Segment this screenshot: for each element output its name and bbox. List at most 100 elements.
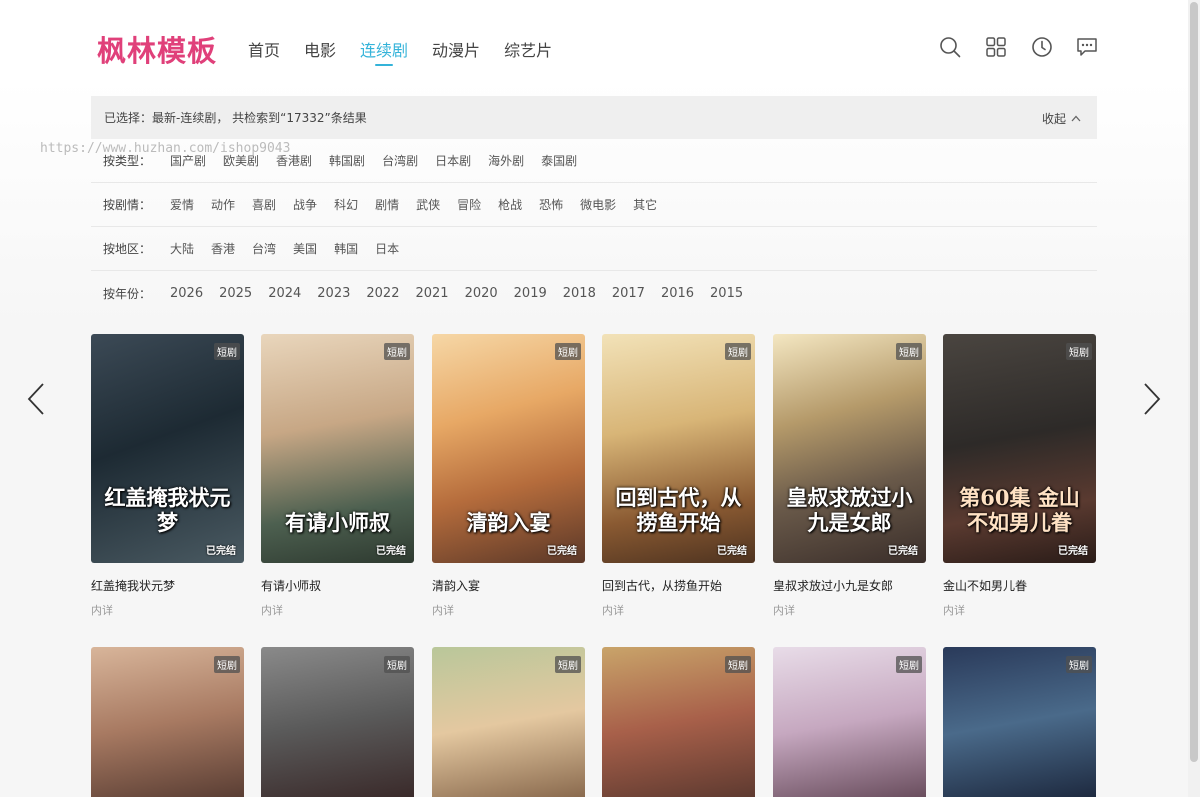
poster-image[interactable]: 短剧 xyxy=(773,647,926,797)
video-card[interactable]: 短剧 回到古代，从捞鱼开始 已完结 回到古代，从捞鱼开始 内详 xyxy=(602,334,755,618)
collapse-button[interactable]: 收起 xyxy=(1042,110,1081,127)
nav-anime[interactable]: 动漫片 xyxy=(432,37,480,67)
filter-type-option[interactable]: 台湾剧 xyxy=(382,152,418,169)
prev-arrow-icon[interactable] xyxy=(26,382,46,416)
card-title[interactable]: 红盖掩我状元梦 xyxy=(91,577,244,594)
poster-title-art: 红盖掩我状元梦 xyxy=(104,485,231,535)
poster-title-art: 皇叔求放过小九是女郎 xyxy=(786,485,913,535)
filter-year-option[interactable]: 2024 xyxy=(268,286,301,301)
video-card[interactable]: 短剧 xyxy=(432,647,585,797)
card-title[interactable]: 有请小师叔 xyxy=(261,577,414,594)
poster-image[interactable]: 短剧 清韵入宴 已完结 xyxy=(432,334,585,563)
status-badge: 已完结 xyxy=(888,546,918,557)
video-card[interactable]: 短剧 xyxy=(91,647,244,797)
nav-series[interactable]: 连续剧 xyxy=(360,37,408,67)
filter-region-option[interactable]: 大陆 xyxy=(170,240,194,257)
filter-year-option[interactable]: 2017 xyxy=(612,286,645,301)
filter-year-option[interactable]: 2015 xyxy=(710,286,743,301)
video-card[interactable]: 短剧 有请小师叔 已完结 有请小师叔 内详 xyxy=(261,334,414,618)
filter-type-option[interactable]: 海外剧 xyxy=(488,152,524,169)
message-icon[interactable] xyxy=(1076,36,1098,58)
poster-image[interactable]: 短剧 xyxy=(261,647,414,797)
status-badge: 已完结 xyxy=(547,546,577,557)
card-subtitle: 内详 xyxy=(773,604,795,617)
filter-year-option[interactable]: 2016 xyxy=(661,286,694,301)
poster-image[interactable]: 短剧 回到古代，从捞鱼开始 已完结 xyxy=(602,334,755,563)
card-title[interactable]: 清韵入宴 xyxy=(432,577,585,594)
filter-plot-option[interactable]: 科幻 xyxy=(334,196,358,213)
filter-region-option[interactable]: 韩国 xyxy=(334,240,358,257)
filter-plot-option[interactable]: 动作 xyxy=(211,196,235,213)
poster-title-art: 回到古代，从捞鱼开始 xyxy=(615,485,742,535)
filter-year-option[interactable]: 2026 xyxy=(170,286,203,301)
video-card[interactable]: 短剧 xyxy=(773,647,926,797)
history-icon[interactable] xyxy=(1031,36,1053,58)
filter-label-plot: 按剧情： xyxy=(103,198,152,212)
card-title[interactable]: 金山不如男儿眷 xyxy=(943,577,1096,594)
poster-image[interactable]: 短剧 第60集 金山不如男儿眷 已完结 xyxy=(943,334,1096,563)
filter-year-option[interactable]: 2023 xyxy=(317,286,350,301)
scrollbar-thumb[interactable] xyxy=(1190,2,1198,762)
card-title[interactable]: 回到古代，从捞鱼开始 xyxy=(602,577,755,594)
video-card[interactable]: 短剧 清韵入宴 已完结 清韵入宴 内详 xyxy=(432,334,585,618)
card-subtitle: 内详 xyxy=(91,604,113,617)
filter-year-option[interactable]: 2018 xyxy=(563,286,596,301)
nav-home[interactable]: 首页 xyxy=(248,37,280,67)
filter-year-option[interactable]: 2019 xyxy=(514,286,547,301)
filter-type-option[interactable]: 泰国剧 xyxy=(541,152,577,169)
poster-image[interactable]: 短剧 xyxy=(943,647,1096,797)
poster-image[interactable]: 短剧 xyxy=(432,647,585,797)
nav-variety[interactable]: 综艺片 xyxy=(504,37,552,67)
video-card[interactable]: 短剧 xyxy=(943,647,1096,797)
header: 枫林模板 首页 电影 连续剧 动漫片 综艺片 xyxy=(0,0,1188,90)
filter-plot-option[interactable]: 剧情 xyxy=(375,196,399,213)
card-title[interactable]: 皇叔求放过小九是女郎 xyxy=(773,577,926,594)
filter-panel: 已选择：最新-连续剧， 共检索到“17332”条结果 收起 按类型： 国产剧 欧… xyxy=(91,96,1097,315)
video-card[interactable]: 短剧 xyxy=(261,647,414,797)
poster-title-art: 有请小师叔 xyxy=(285,510,390,535)
next-arrow-icon[interactable] xyxy=(1142,382,1162,416)
poster-image[interactable]: 短剧 xyxy=(602,647,755,797)
filter-year-option[interactable]: 2022 xyxy=(366,286,399,301)
filter-region-option[interactable]: 日本 xyxy=(375,240,399,257)
search-icon[interactable] xyxy=(939,36,961,58)
poster-image[interactable]: 短剧 红盖掩我状元梦 已完结 xyxy=(91,334,244,563)
site-logo[interactable]: 枫林模板 xyxy=(97,28,217,70)
filter-region-option[interactable]: 香港 xyxy=(211,240,235,257)
filter-year-option[interactable]: 2025 xyxy=(219,286,252,301)
nav-movie[interactable]: 电影 xyxy=(304,37,336,67)
video-card[interactable]: 短剧 红盖掩我状元梦 已完结 红盖掩我状元梦 内详 xyxy=(91,334,244,618)
filter-plot-option[interactable]: 微电影 xyxy=(580,196,616,213)
grid-icon[interactable] xyxy=(985,36,1007,58)
filter-plot-option[interactable]: 武侠 xyxy=(416,196,440,213)
poster-image[interactable]: 短剧 有请小师叔 已完结 xyxy=(261,334,414,563)
main-nav: 首页 电影 连续剧 动漫片 综艺片 xyxy=(248,37,576,67)
filter-row-year: 按年份： 2026 2025 2024 2023 2022 2021 2020 … xyxy=(91,271,1097,315)
card-subtitle: 内详 xyxy=(943,604,965,617)
filter-plot-option[interactable]: 战争 xyxy=(293,196,317,213)
filter-plot-option[interactable]: 冒险 xyxy=(457,196,481,213)
filter-region-option[interactable]: 台湾 xyxy=(252,240,276,257)
filter-label-year: 按年份： xyxy=(103,286,152,301)
poster-image[interactable]: 短剧 皇叔求放过小九是女郎 已完结 xyxy=(773,334,926,563)
video-card[interactable]: 短剧 皇叔求放过小九是女郎 已完结 皇叔求放过小九是女郎 内详 xyxy=(773,334,926,618)
scrollbar[interactable] xyxy=(1188,0,1200,797)
filter-type-option[interactable]: 韩国剧 xyxy=(329,152,365,169)
filter-plot-option[interactable]: 枪战 xyxy=(498,196,522,213)
video-card[interactable]: 短剧 第60集 金山不如男儿眷 已完结 金山不如男儿眷 内详 xyxy=(943,334,1096,618)
filter-year-option[interactable]: 2021 xyxy=(415,286,448,301)
filter-type-option[interactable]: 日本剧 xyxy=(435,152,471,169)
filter-plot-option[interactable]: 爱情 xyxy=(170,196,194,213)
filter-plot-option[interactable]: 恐怖 xyxy=(539,196,563,213)
status-badge: 已完结 xyxy=(376,546,406,557)
filter-plot-option[interactable]: 喜剧 xyxy=(252,196,276,213)
filter-plot-option[interactable]: 其它 xyxy=(633,196,657,213)
poster-title-art: 第60集 金山不如男儿眷 xyxy=(959,485,1080,535)
poster-image[interactable]: 短剧 xyxy=(91,647,244,797)
filter-row-region: 按地区： 大陆 香港 台湾 美国 韩国 日本 xyxy=(91,227,1097,271)
short-drama-badge: 短剧 xyxy=(1066,656,1092,673)
filter-year-option[interactable]: 2020 xyxy=(465,286,498,301)
video-card[interactable]: 短剧 xyxy=(602,647,755,797)
chevron-up-icon xyxy=(1071,115,1081,122)
filter-region-option[interactable]: 美国 xyxy=(293,240,317,257)
